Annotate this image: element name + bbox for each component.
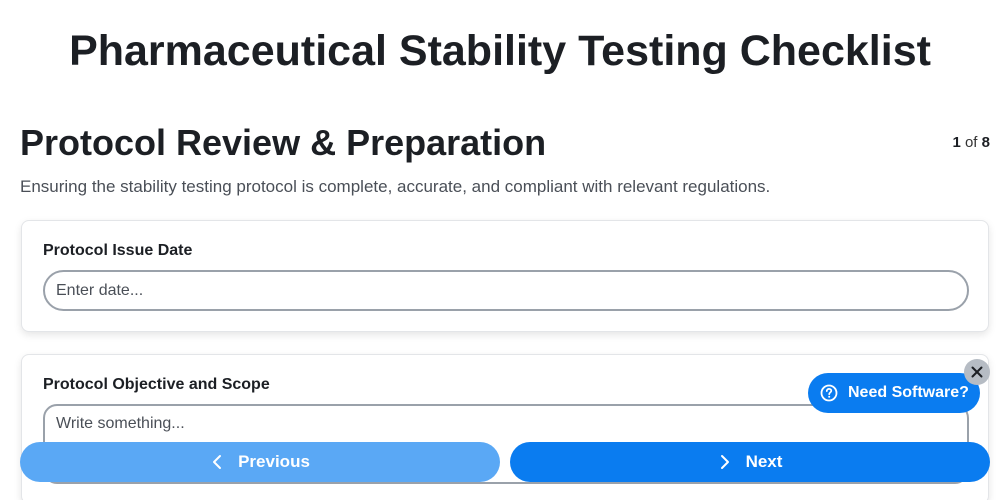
previous-button[interactable]: Previous [20,442,500,482]
section-description: Ensuring the stability testing protocol … [20,177,771,196]
step-pager: 1 of 8 [952,134,990,151]
chevron-right-icon [720,455,729,469]
pager-separator: of [964,134,978,151]
chevron-left-icon [213,455,222,469]
next-label: Next [745,452,783,471]
previous-label: Previous [238,452,310,471]
pager-total: 8 [981,134,990,151]
need-software-label: Need Software? [848,384,969,401]
checklist-page: Pharmaceutical Stability Testing Checkli… [0,0,1000,500]
close-help-button[interactable] [964,359,990,385]
question-circle-icon [820,384,838,402]
issue-date-input[interactable] [43,270,969,311]
issue-date-label: Protocol Issue Date [43,242,193,259]
page-title: Pharmaceutical Stability Testing Checkli… [69,27,931,75]
issue-date-card: Protocol Issue Date [21,220,989,332]
section-title: Protocol Review & Preparation [20,122,547,163]
objective-scope-label: Protocol Objective and Scope [43,376,270,393]
pager-current: 1 [952,134,961,151]
need-software-button[interactable]: Need Software? [808,373,980,413]
close-icon [971,366,983,378]
next-button[interactable]: Next [510,442,990,482]
